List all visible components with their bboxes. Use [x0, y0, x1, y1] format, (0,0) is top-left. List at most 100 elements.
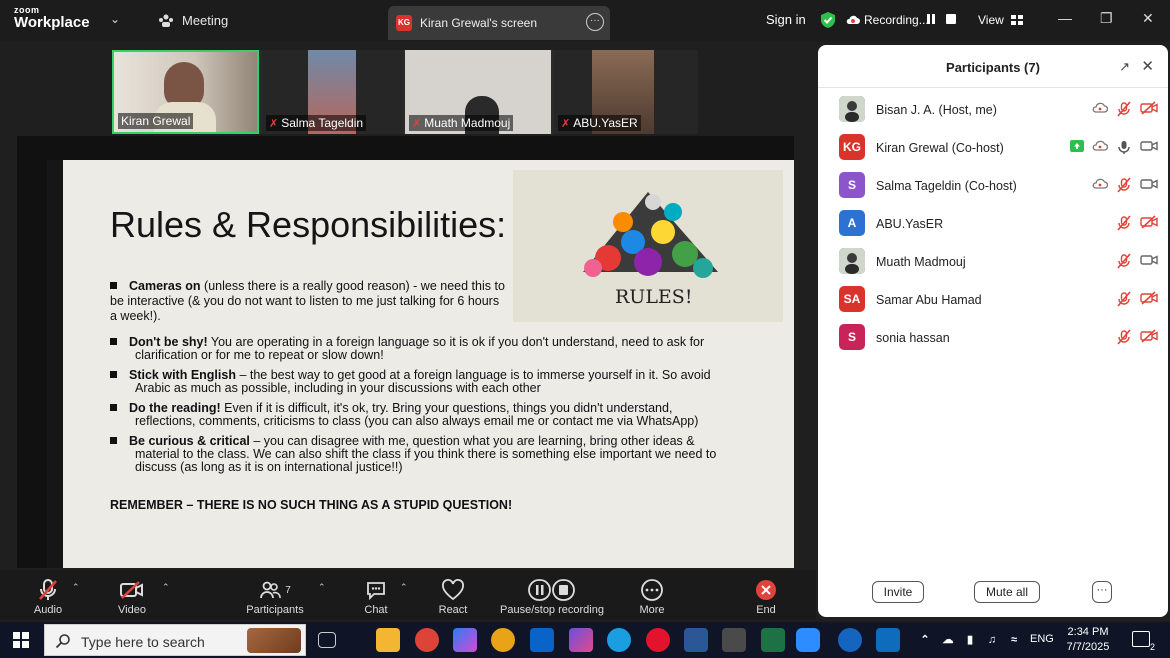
audio-button[interactable]: Audio — [28, 576, 68, 616]
participant-row[interactable]: KG Kiran Grewal (Co-host) — [818, 129, 1168, 167]
camera-icon[interactable] — [1140, 139, 1158, 155]
audio-options-caret[interactable]: ⌃ — [72, 582, 80, 593]
cloud-record-icon — [846, 15, 860, 24]
stop-recording-icon[interactable] — [944, 12, 958, 26]
restore-icon[interactable]: ❐ — [1100, 10, 1113, 27]
camera-off-icon[interactable] — [1140, 291, 1158, 307]
cloud-record-icon — [1092, 139, 1109, 155]
mic-off-icon[interactable] — [1116, 101, 1132, 117]
chevron-down-icon[interactable]: ⌄ — [110, 12, 120, 26]
close-window-icon[interactable]: ✕ — [1142, 10, 1154, 27]
word-icon[interactable] — [684, 628, 708, 652]
zoom-taskbar-icon[interactable] — [796, 628, 820, 652]
video-off-icon — [120, 581, 143, 599]
slide-edge — [47, 160, 63, 568]
pause-recording-icon[interactable] — [924, 12, 938, 26]
windows-taskbar: Type here to search ⌃ ☁ ▮ ♫ ≈ ENG 2:34 P… — [0, 622, 1170, 658]
news-icon[interactable] — [876, 628, 900, 652]
mute-all-button[interactable]: Mute all — [974, 581, 1040, 603]
pause-stop-recording-button[interactable]: Pause/stop recording — [494, 576, 610, 616]
security-shield-icon[interactable] — [820, 11, 836, 29]
chat-button[interactable]: Chat — [356, 576, 396, 616]
more-toolbar-button[interactable]: More — [632, 576, 672, 616]
windows-start-icon[interactable] — [13, 632, 29, 648]
meeting-menu[interactable]: Meeting — [158, 13, 228, 28]
video-button[interactable]: Video — [112, 576, 152, 616]
sign-in-button[interactable]: Sign in — [766, 12, 806, 27]
file-explorer-icon[interactable] — [376, 628, 400, 652]
avatar: A — [839, 210, 865, 236]
clock[interactable]: 2:34 PM 7/7/2025 — [1060, 625, 1116, 655]
mic-off-icon[interactable] — [1116, 329, 1132, 345]
chat-options-caret[interactable]: ⌃ — [400, 582, 408, 593]
participant-row[interactable]: A ABU.YasER — [818, 205, 1168, 243]
camera-off-icon[interactable] — [1140, 329, 1158, 345]
task-view-icon[interactable] — [318, 632, 336, 648]
view-menu[interactable]: View — [978, 13, 1024, 27]
excel-icon[interactable] — [761, 628, 785, 652]
mic-off-icon[interactable] — [1116, 177, 1132, 193]
participants-button[interactable]: 7 Participants — [240, 576, 310, 616]
notifications-icon[interactable]: 2 — [1132, 631, 1155, 652]
mic-icon[interactable] — [1116, 139, 1132, 155]
participant-row[interactable]: Bisan J. A. (Host, me) — [818, 91, 1168, 129]
invite-button[interactable]: Invite — [872, 581, 924, 603]
camera-off-icon[interactable] — [1140, 101, 1158, 117]
video-tile-abu[interactable]: ✗ ABU.YasER — [554, 50, 698, 134]
more-options-icon[interactable]: ··· — [586, 13, 604, 31]
video-options-caret[interactable]: ⌃ — [162, 582, 170, 593]
participant-name: Kiran Grewal (Co-host) — [876, 141, 1004, 155]
camera-icon[interactable] — [1140, 253, 1158, 269]
mic-off-icon: ✗ — [269, 117, 279, 130]
video-tile-kiran[interactable]: Kiran Grewal — [112, 50, 259, 134]
participant-row[interactable]: S Salma Tageldin (Co-host) — [818, 167, 1168, 205]
mic-off-icon[interactable] — [1116, 215, 1132, 231]
end-button[interactable]: End — [746, 576, 786, 616]
video-tile-muath[interactable]: ✗ Muath Madmouj — [405, 50, 551, 134]
wifi-icon[interactable]: ≈ — [1006, 628, 1022, 652]
search-icon — [55, 634, 70, 649]
edge-icon[interactable] — [607, 628, 631, 652]
m365-icon[interactable] — [569, 628, 593, 652]
bullet-cameras: Cameras on (unless there is a really goo… — [110, 279, 505, 323]
battery-icon[interactable]: ▮ — [962, 628, 978, 652]
shared-screen-tab[interactable]: KG Kiran Grewal's screen ··· — [388, 6, 610, 40]
more-button[interactable]: ··· — [1092, 581, 1112, 603]
close-icon[interactable]: ✕ — [1141, 57, 1154, 75]
opera-icon[interactable] — [646, 628, 670, 652]
cloud-record-icon — [1092, 177, 1109, 193]
store-icon[interactable] — [722, 628, 746, 652]
avatar — [839, 96, 865, 122]
chrome-profile-icon[interactable] — [491, 628, 515, 652]
participant-row[interactable]: Ssonia hassan — [818, 319, 1168, 357]
participants-options-caret[interactable]: ⌃ — [318, 582, 326, 593]
participant-name: ABU.YasER — [876, 217, 944, 231]
taskbar-search-box[interactable]: Type here to search — [44, 624, 306, 656]
chat-icon — [367, 582, 385, 600]
participant-name: Muath Madmouj — [876, 255, 966, 269]
minimize-icon[interactable]: — — [1058, 10, 1072, 26]
zoom-logo: zoom Workplace — [14, 5, 90, 31]
pop-out-icon[interactable]: ↗ — [1119, 59, 1130, 75]
participant-row[interactable]: SA Samar Abu Hamad — [818, 281, 1168, 319]
onedrive-icon[interactable]: ☁ — [940, 628, 956, 652]
copilot-icon[interactable] — [453, 628, 477, 652]
show-hidden-icons[interactable]: ⌃ — [918, 628, 932, 652]
help-icon[interactable] — [838, 628, 862, 652]
language-indicator[interactable]: ENG — [1030, 633, 1054, 645]
chrome-icon[interactable] — [415, 628, 439, 652]
participant-status-icons — [1116, 329, 1158, 345]
avatar: KG — [839, 134, 865, 160]
mic-off-icon[interactable] — [1116, 253, 1132, 269]
participant-row[interactable]: Muath Madmouj — [818, 243, 1168, 281]
camera-off-icon[interactable] — [1140, 215, 1158, 231]
participant-status-icons — [1116, 291, 1158, 307]
volume-icon[interactable]: ♫ — [984, 628, 1000, 652]
outlook-icon[interactable] — [530, 628, 554, 652]
zoom-window: zoom Workplace ⌄ Meeting KG Kiran Grewal… — [0, 0, 1170, 658]
react-button[interactable]: React — [433, 576, 473, 616]
bullet-dont-be-shy: Don't be shy! You are operating in a for… — [110, 336, 704, 362]
mic-off-icon[interactable] — [1116, 291, 1132, 307]
camera-icon[interactable] — [1140, 177, 1158, 193]
video-tile-salma[interactable]: ✗ Salma Tageldin — [262, 50, 402, 134]
